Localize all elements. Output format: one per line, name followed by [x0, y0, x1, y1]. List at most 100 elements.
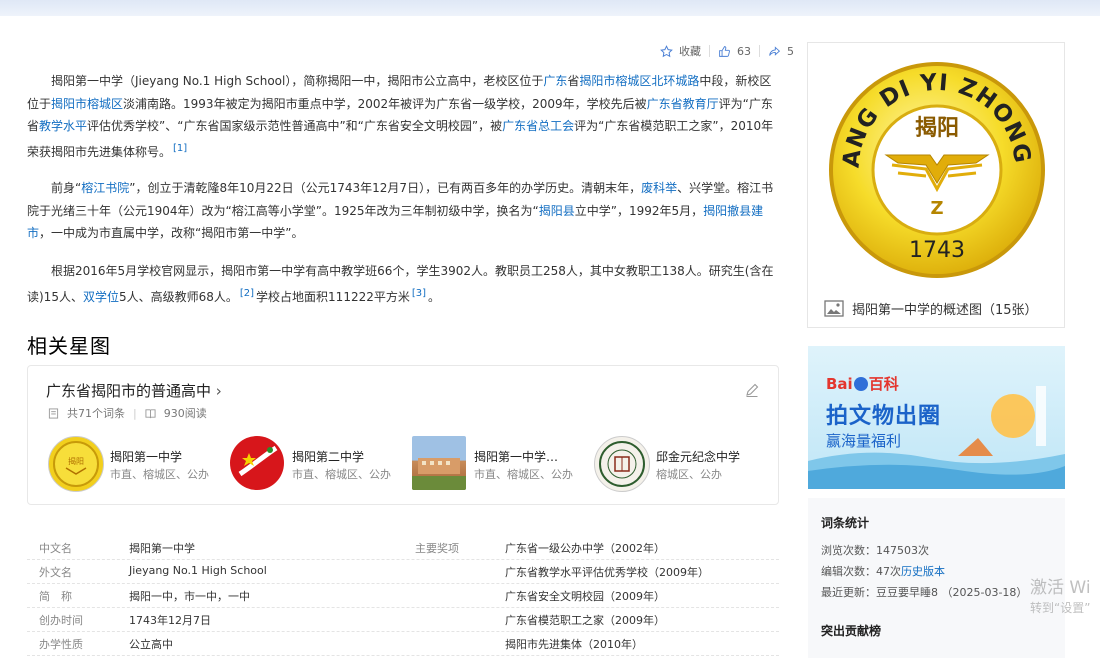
star-map-card: 广东省揭阳市的普通高中 › 共71个词条 | 930阅读 揭阳 揭阳第一中学 市…: [27, 365, 779, 505]
link-abolish-exam[interactable]: 废科举: [641, 181, 677, 195]
thumbs-up-icon[interactable]: [718, 45, 731, 58]
text: 前身“: [51, 181, 82, 195]
info-value: 揭阳市先进集体（2010年）: [505, 638, 643, 651]
baike-logo: Bai 百科: [826, 373, 899, 394]
star-map-title-text[interactable]: 广东省揭阳市的普通高中: [46, 382, 211, 400]
divider: [759, 45, 760, 57]
campus-photo-icon: [412, 458, 466, 490]
promo-subline: 赢海量福利: [826, 432, 902, 450]
summary-paragraph-1: 揭阳第一中学（Jieyang No.1 High School），简称揭阳一中，…: [27, 70, 782, 163]
text: 评估优秀学校”、“广东省国家级示范性普通高中”和“广东省安全文明校园”，被: [87, 119, 503, 133]
divider: [709, 45, 710, 57]
info-row: 外文名 Jieyang No.1 High School 广东省教学水平评估优秀…: [27, 559, 779, 584]
link-double-degree[interactable]: 双学位: [83, 290, 119, 304]
promo-banner[interactable]: Bai 百科 拍文物出圈 赢海量福利: [808, 346, 1065, 489]
info-value: 广东省一级公办中学（2002年）: [505, 542, 665, 555]
school-tags: 市直、榕城区、公办: [292, 468, 391, 481]
info-value: 广东省教学水平评估优秀学校（2009年）: [505, 566, 709, 579]
link-teaching-level[interactable]: 教学水平: [39, 119, 87, 133]
text: 。: [428, 289, 441, 304]
school-tags: 榕城区、公办: [656, 468, 722, 481]
chevron-right-icon[interactable]: ›: [216, 382, 222, 400]
text: 立中学”，1992年5月，: [574, 203, 704, 218]
share-count[interactable]: 5: [787, 45, 794, 58]
star-map-meta: 共71个词条 | 930阅读: [48, 405, 207, 421]
text: ”，创立于清乾隆8年10月22日（公元1743年12月7日），已有两百多年的办学…: [129, 181, 642, 195]
school-name[interactable]: 揭阳第二中学: [292, 448, 364, 465]
stats-views: 浏览次数：147503次: [821, 544, 929, 557]
link-beihuan-road[interactable]: 揭阳市榕城区北环城路: [579, 74, 699, 88]
star-map-school-3[interactable]: 揭阳第一中学… 市直、榕城区、公办: [412, 436, 582, 492]
star-map-title[interactable]: 广东省揭阳市的普通高中 ›: [46, 380, 222, 401]
school-name[interactable]: 揭阳第一中学…: [474, 448, 558, 465]
school-thumbnail[interactable]: 揭阳: [48, 436, 104, 492]
school-name[interactable]: 邱金元纪念中学: [656, 448, 740, 465]
share-icon[interactable]: [768, 45, 781, 58]
school-tags: 市直、榕城区、公办: [110, 468, 209, 481]
image-caption[interactable]: 揭阳第一中学的概述图（15张）: [824, 299, 1038, 318]
school-logo-image[interactable]: JIE YANG DI YI ZHONG XUE 揭阳 Z 1743: [808, 43, 1066, 283]
info-row: 创办时间 1743年12月7日 广东省模范职工之家（2009年）: [27, 607, 779, 632]
entry-stats-panel: 词条统计 浏览次数：147503次 编辑次数：47次历史版本 最近更新：豆豆要早…: [808, 498, 1065, 658]
star-map-school-2[interactable]: 揭阳第二中学 市直、榕城区、公办: [230, 436, 400, 492]
stats-edits: 编辑次数：47次历史版本: [821, 563, 945, 579]
info-key: 办学性质: [39, 638, 83, 651]
link-rongcheng[interactable]: 揭阳市榕城区: [51, 97, 123, 111]
info-key: 中文名: [39, 542, 72, 555]
school-logo-icon: [232, 438, 282, 488]
action-bar: 收藏 63 5: [660, 42, 794, 60]
info-value: 揭阳一中，市一中，一中: [129, 590, 250, 603]
school-thumbnail[interactable]: [412, 436, 466, 490]
promo-headline: 拍文物出圈: [826, 404, 942, 429]
reference-2[interactable]: [2]: [240, 288, 254, 299]
activation-watermark: 激活 Wi: [1030, 578, 1091, 598]
logo-year: 1743: [909, 238, 965, 263]
link-trade-union[interactable]: 广东省总工会: [502, 119, 574, 133]
info-key: 主要奖项: [415, 542, 459, 555]
info-key: 创办时间: [39, 614, 83, 627]
info-key: 简 称: [39, 590, 72, 603]
reference-1[interactable]: [1]: [173, 143, 187, 154]
reference-3[interactable]: [3]: [412, 288, 426, 299]
info-row: 中文名 揭阳第一中学 主要奖项 广东省一级公办中学（2002年）: [27, 535, 779, 560]
info-value: 广东省安全文明校园（2009年）: [505, 590, 665, 603]
link-jieyang-county[interactable]: 揭阳县: [539, 204, 575, 218]
school-tags: 市直、榕城区、公办: [474, 468, 573, 481]
star-icon[interactable]: [660, 44, 673, 58]
baike-logo-b: 百科: [868, 375, 899, 393]
summary-image-card[interactable]: JIE YANG DI YI ZHONG XUE 揭阳 Z 1743 揭阳第一中…: [807, 42, 1065, 328]
star-map-school-1[interactable]: 揭阳 揭阳第一中学 市直、榕城区、公办: [48, 436, 218, 492]
image-caption-text[interactable]: 揭阳第一中学的概述图（15张）: [852, 299, 1038, 318]
stats-updated: 最近更新：豆豆要早睡8 （2025-03-18）: [821, 586, 1028, 599]
link-education-dept[interactable]: 广东省教育厅: [647, 97, 719, 111]
svg-text:揭阳: 揭阳: [68, 456, 84, 466]
favorite-button[interactable]: 收藏: [679, 43, 701, 59]
school-thumbnail[interactable]: [230, 436, 284, 490]
history-version-link[interactable]: 历史版本: [901, 565, 945, 578]
stats-heading: 词条统计: [821, 516, 870, 530]
like-count[interactable]: 63: [737, 45, 751, 58]
baike-logo-a: Bai: [826, 375, 853, 393]
link-guangdong[interactable]: 广东: [543, 74, 567, 88]
text: ，一中成为市直属中学，改称“揭阳市第一中学”。: [39, 226, 304, 240]
link-rongjiang-academy[interactable]: 榕江书院: [81, 181, 129, 195]
paw-icon: [853, 377, 868, 391]
school-logo-icon: 揭阳: [53, 441, 99, 487]
read-count: 930阅读: [163, 407, 207, 420]
stats-edits-text: 编辑次数：47次: [821, 565, 901, 578]
pencil-icon[interactable]: [744, 382, 760, 398]
school-name[interactable]: 揭阳第一中学: [110, 448, 182, 465]
info-key: 外文名: [39, 566, 72, 579]
entry-count: 共71个词条: [67, 407, 125, 420]
text: 淡浦南路。1993年被定为揭阳市重点中学，2002年被评为广东省一级学校，200…: [123, 96, 647, 111]
info-value: 1743年12月7日: [129, 614, 211, 627]
info-value: 揭阳第一中学: [129, 542, 195, 555]
info-value: Jieyang No.1 High School: [129, 564, 267, 577]
image-gallery-icon: [824, 300, 844, 317]
text: 学校占地面积111222平方米: [256, 289, 410, 304]
info-row: 简 称 揭阳一中，市一中，一中 广东省安全文明校园（2009年）: [27, 583, 779, 608]
book-icon: [145, 408, 156, 418]
school-thumbnail[interactable]: [594, 436, 650, 492]
summary-paragraph-3: 根据2016年5月学校官网显示，揭阳市第一中学有高中教学班66个，学生3902人…: [27, 260, 782, 308]
star-map-school-4[interactable]: 邱金元纪念中学 榕城区、公办: [594, 436, 764, 492]
